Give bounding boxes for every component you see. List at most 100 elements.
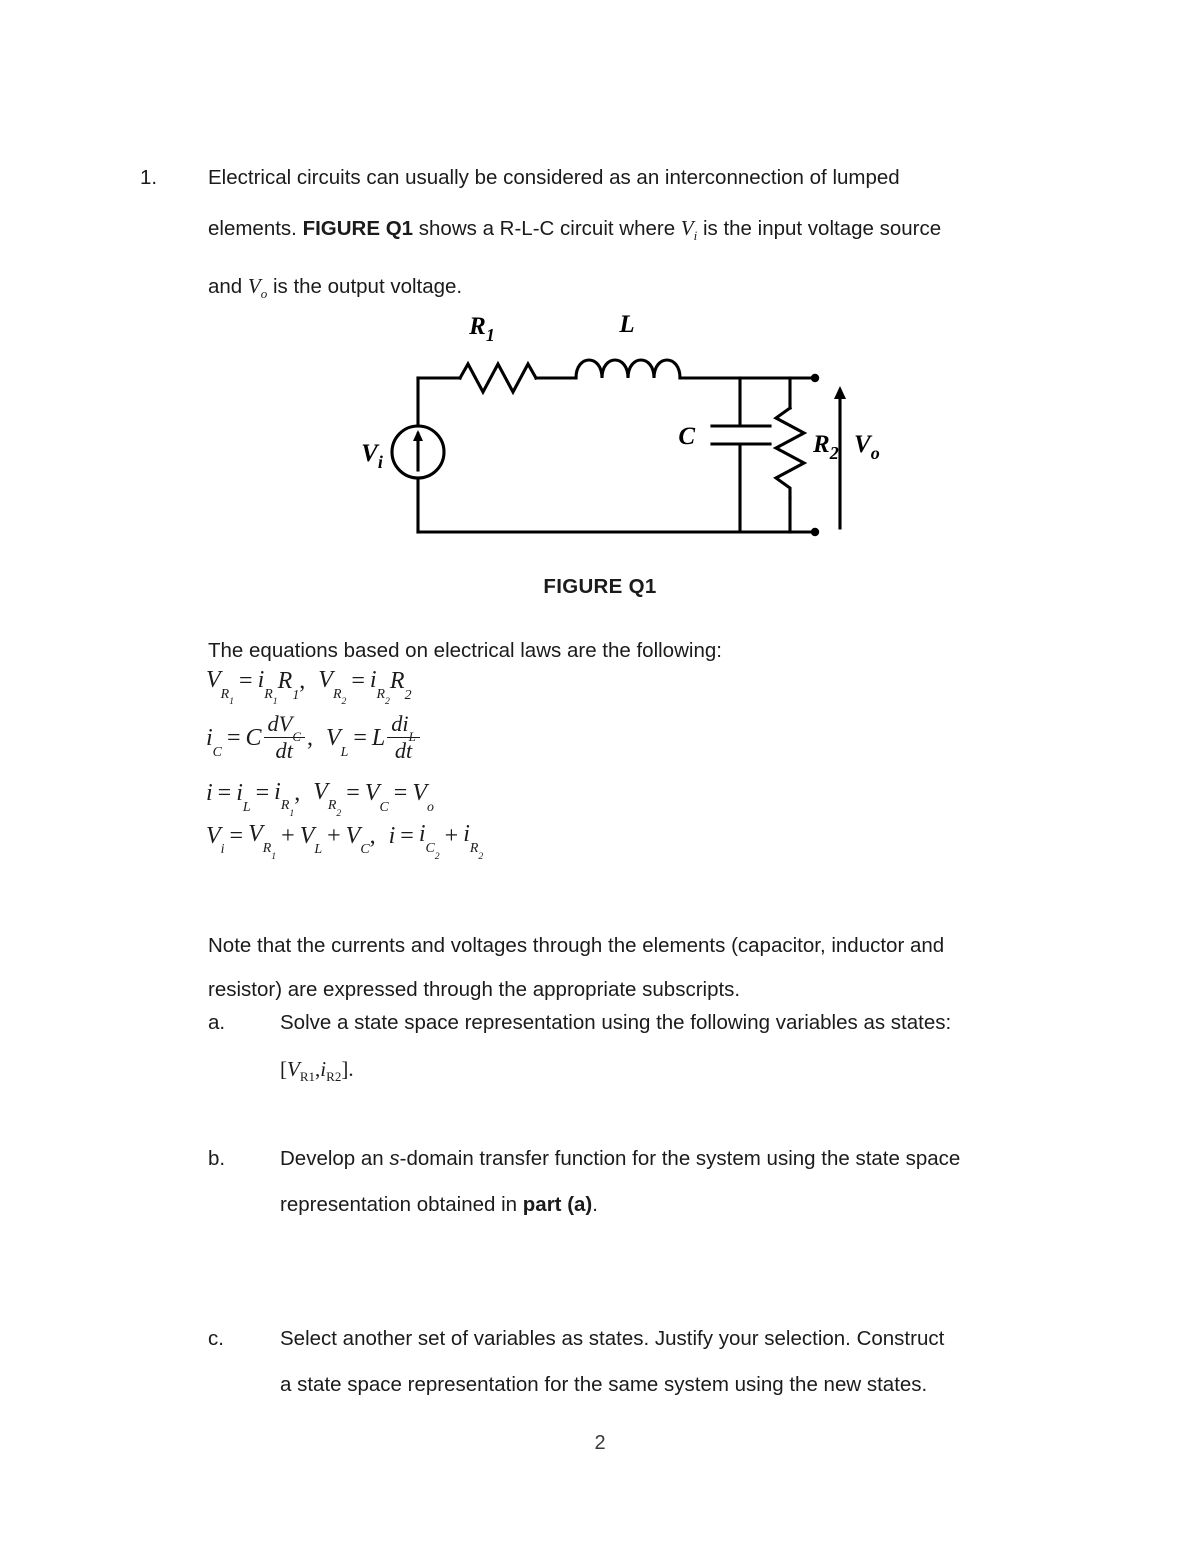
figure-caption: FIGURE Q1: [543, 575, 657, 598]
eq2-equals-1: =: [226, 725, 241, 752]
eq2-dil-dt-fraction: diL dt: [387, 711, 420, 763]
question-line-2-post: is the input voltage source: [697, 217, 942, 240]
eq3-equals-2: =: [255, 780, 270, 807]
eq2-c: C: [245, 725, 262, 752]
eq2-l: L: [371, 725, 386, 752]
eq4-comma: ,: [369, 822, 376, 849]
eq4-vi: Vi: [206, 822, 225, 858]
label-r1: R1: [468, 313, 495, 345]
eq4-plus-1: +: [281, 822, 295, 849]
eq2-equals-2: =: [353, 725, 367, 752]
eq4-i: i: [388, 822, 396, 849]
part-b-line-1-pre: Develop an: [280, 1147, 390, 1170]
part-c: c. Select another set of variables as st…: [208, 1316, 1088, 1408]
question-text: Electrical circuits can usually be consi…: [208, 152, 1085, 319]
equation-4: Vi = VR1 + VL + VC , i = iC2 + iR2: [206, 821, 966, 862]
part-b: b. Develop an s-domain transfer function…: [208, 1136, 1088, 1228]
resistor-r1-zigzag: [457, 360, 539, 396]
part-b-label: b.: [208, 1147, 226, 1170]
figure-ref-bold: FIGURE Q1: [302, 217, 414, 240]
label-vo: Vo: [854, 431, 880, 463]
label-vo-sub: o: [871, 443, 880, 463]
note-paragraph: Note that the currents and voltages thro…: [208, 924, 1088, 1012]
eq1-r1: R1: [277, 668, 300, 703]
eq1-r2: R2: [389, 668, 412, 703]
vi-inline-var-base: V: [680, 216, 694, 240]
question-line-3-pre: and: [208, 275, 248, 299]
part-a: a. Solve a state space representation us…: [208, 1000, 1088, 1100]
part-b-s-italic: s: [389, 1147, 400, 1170]
question-1-block: 1. Electrical circuits can usually be co…: [140, 152, 1085, 319]
equation-3: i = iL = iR1 , VR2 = VC = Vo: [206, 780, 966, 819]
part-a-states-i-sub: R2: [326, 1069, 342, 1085]
label-r2-sub: 2: [829, 443, 839, 463]
output-terminal-bottom-dot: [810, 527, 820, 537]
document-page: 1. Electrical circuits can usually be co…: [0, 0, 1200, 1553]
question-line-1-text: Electrical circuits can usually be consi…: [208, 166, 900, 189]
vo-inline-var: Vo: [247, 274, 267, 301]
eq3-comma: ,: [294, 780, 301, 807]
part-c-line-2: a state space representation for the sam…: [280, 1373, 928, 1396]
part-a-states-open: [: [280, 1057, 287, 1081]
eq3-equals-3: =: [346, 780, 360, 807]
label-l-base: L: [618, 311, 634, 338]
question-line-1: Electrical circuits can usually be consi…: [208, 152, 1085, 203]
part-a-states-v: V: [287, 1057, 300, 1081]
part-b-line-2-post: .: [592, 1193, 598, 1216]
part-b-line-2-pre: representation obtained in: [280, 1193, 523, 1216]
eq3-vc: VC: [364, 780, 389, 815]
equations-block: VR1 = iR1 R1 , VR2 = iR2 R2 iC = C dVC d…: [206, 668, 966, 865]
rlc-circuit-diagram: R1 L Vi C R2 Vo: [361, 311, 880, 537]
part-b-text: Develop an s-domain transfer function fo…: [280, 1136, 1088, 1228]
question-line-2: elements. FIGURE Q1 shows a R-L-C circui…: [208, 203, 1085, 261]
part-a-states-close: ].: [341, 1057, 354, 1081]
label-r2-base: R: [812, 431, 830, 458]
question-number: 1.: [140, 166, 158, 189]
eq3-i: i: [206, 780, 213, 807]
vo-arrow-head: [834, 386, 846, 399]
eq4-ir2: iR2: [463, 821, 484, 862]
eq1-ir1: iR1: [257, 667, 278, 708]
eq2-ic: iC: [206, 725, 222, 760]
label-r1-sub: 1: [486, 325, 495, 345]
eq2-numerator-2: diL: [387, 711, 420, 743]
label-vi-sub: i: [378, 452, 383, 472]
part-a-line-1: Solve a state space representation using…: [280, 1011, 952, 1034]
eq4-vl: VL: [299, 822, 323, 858]
eq3-vo: Vo: [412, 780, 434, 815]
figure-q1-wrapper: R1 L Vi C R2 Vo FIGURE Q1: [0, 300, 1200, 599]
resistor-r2-zigzag: [772, 405, 808, 500]
part-a-states-v-sub: R1: [299, 1069, 316, 1085]
eq4-ic2: iC2: [418, 821, 440, 862]
part-a-states: [VR1,iR2].: [280, 1046, 1088, 1100]
part-b-line-2: representation obtained in part (a).: [280, 1182, 1088, 1228]
eq4-equals-2: =: [400, 822, 414, 849]
equation-2: iC = C dVC dt , VL = L diL dt: [206, 711, 966, 764]
vi-inline-var: Vi: [680, 216, 697, 243]
question-line-3-post: is the output voltage.: [267, 275, 463, 299]
label-c: C: [678, 423, 695, 450]
eq1-equals-1: =: [239, 668, 253, 695]
question-line-2-mid: shows a R-L-C circuit where: [413, 217, 681, 240]
equation-1: VR1 = iR1 R1 , VR2 = iR2 R2: [206, 667, 966, 708]
output-terminal-top-dot: [810, 373, 820, 383]
eq2-vl: VL: [325, 725, 349, 760]
question-1-row: 1. Electrical circuits can usually be co…: [140, 152, 1085, 319]
question-line-2-pre: elements.: [208, 217, 303, 240]
inductor-l-coils: [574, 358, 682, 380]
eq1-comma: ,: [299, 668, 306, 695]
part-a-label: a.: [208, 1011, 226, 1034]
voltage-source-arrow-head: [413, 430, 423, 441]
part-b-part-a-bold: part (a): [522, 1193, 593, 1216]
note-line-1: Note that the currents and voltages thro…: [208, 934, 945, 957]
eq3-equals-1: =: [217, 780, 232, 807]
eq4-vr1: VR1: [248, 821, 277, 862]
eq3-equals-4: =: [393, 780, 408, 807]
eq4-vc: VC: [345, 822, 370, 858]
vo-inline-var-base: V: [247, 274, 261, 299]
part-b-line-1-post: -domain transfer function for the system…: [399, 1147, 961, 1170]
label-c-base: C: [678, 423, 695, 450]
part-c-line-1: Select another set of variables as state…: [280, 1327, 945, 1350]
eq4-plus-3: +: [444, 822, 459, 849]
part-c-label: c.: [208, 1327, 224, 1350]
